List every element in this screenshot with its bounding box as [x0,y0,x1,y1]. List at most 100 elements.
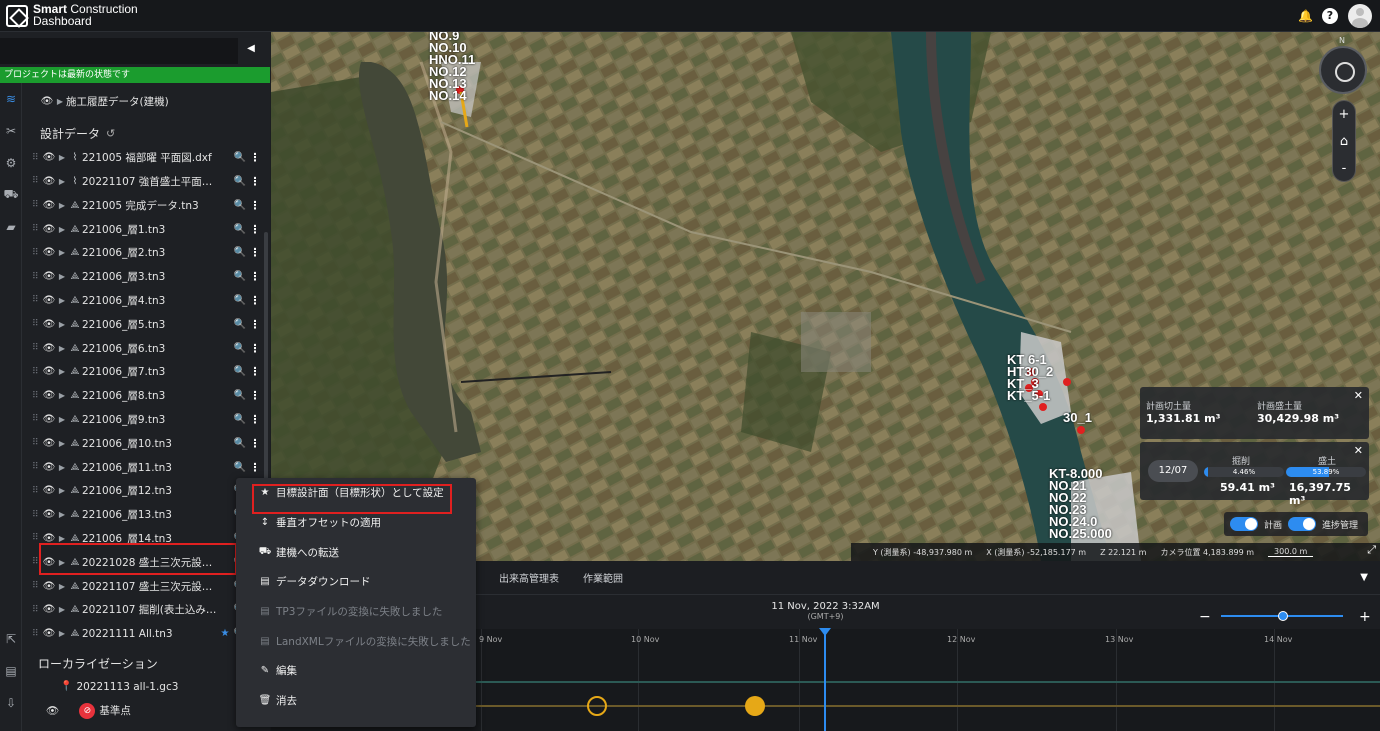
design-file-row[interactable]: ⠿👁▶⟁221006_層13.tn3🔍⋮ [22,503,268,527]
eye-icon[interactable]: 👁 [42,343,56,354]
zoom-to-icon[interactable]: 🔍 [232,176,248,187]
context-menu-item[interactable]: ▤ データダウンロード [236,567,476,597]
design-file-row[interactable]: ⠿ 👁 ▶ ⟁ 221006_層1.tn3 🔍 ⋮ [22,217,268,241]
caret-right-icon[interactable]: ▶ [56,629,68,638]
eye-icon[interactable]: 👁 [46,704,59,717]
timeline-zoom-knob[interactable] [1278,611,1288,621]
eye-icon[interactable]: 👁 [42,462,56,473]
more-options-icon[interactable]: ⋮ [248,365,262,378]
drag-handle-icon[interactable]: ⠿ [32,367,42,377]
eye-icon[interactable]: 👁 [42,271,56,282]
more-options-icon[interactable]: ⋮ [248,270,262,283]
more-options-icon[interactable]: ⋮ [248,318,262,331]
help-icon[interactable]: ? [1322,8,1338,24]
timeline-event[interactable] [745,696,765,716]
more-options-icon[interactable]: ⋮ [248,389,262,402]
tab-volume-table[interactable]: 出来高管理表 [499,570,559,585]
context-menu-item[interactable]: ↕ 垂直オフセットの適用 [236,508,476,538]
zoom-to-icon[interactable]: 🔍 [232,200,248,211]
drag-handle-icon[interactable]: ⠿ [32,343,42,353]
design-file-row[interactable]: ⠿ 👁 ▶ ⌇ 20221107 強首盛土平面図.... 🔍 ⋮ [22,170,268,194]
progress-date[interactable]: 12/07 [1148,460,1198,482]
drag-handle-icon[interactable]: ⠿ [32,153,42,163]
design-file-row[interactable]: ⠿ 👁 ▶ ⟁ 221006_層6.tn3 🔍 ⋮ [22,336,268,360]
history-item[interactable]: 👁 ▶ 施工履歴データ(建機) [22,90,268,114]
caret-right-icon[interactable]: ▶ [56,248,68,257]
more-options-icon[interactable]: ⋮ [248,437,262,450]
design-file-row[interactable]: ⠿ 👁 ▶ ⟁ 221006_層2.tn3 🔍 ⋮ [22,241,268,265]
zoom-to-icon[interactable]: 🔍 [232,414,248,425]
localization-file[interactable]: 📍 20221113 all-1.gc3 [22,676,268,698]
drag-handle-icon[interactable]: ⠿ [32,438,42,448]
drag-handle-icon[interactable]: ⠿ [32,176,42,186]
eye-icon[interactable]: 👁 [42,295,56,306]
chevron-down-icon[interactable]: ▼ [1360,572,1368,583]
eye-icon[interactable]: 👁 [42,628,56,639]
timeline-event[interactable] [587,696,607,716]
eye-icon[interactable]: 👁 [42,604,56,615]
drag-handle-icon[interactable]: ⠿ [32,557,42,567]
eye-icon[interactable]: 👁 [42,366,56,377]
timeline-zoom-in[interactable]: + [1359,609,1371,625]
caret-right-icon[interactable]: ▶ [56,463,68,472]
bell-icon[interactable]: 🔔 [1298,9,1313,23]
eye-icon[interactable]: 👁 [42,557,56,568]
eye-icon[interactable]: 👁 [42,247,56,258]
design-file-row[interactable]: ⠿👁▶⟁221006_層14.tn3🔍⋮ [22,527,268,551]
drag-handle-icon[interactable]: ⠿ [32,510,42,520]
caret-right-icon[interactable]: ▶ [56,296,68,305]
folder-icon[interactable]: ▰ [0,211,22,243]
caret-right-icon[interactable]: ▶ [56,225,68,234]
download-icon[interactable]: ⇩ [0,687,22,719]
caret-right-icon[interactable]: ▶ [56,272,68,281]
progress-toggle[interactable] [1288,517,1317,531]
more-options-icon[interactable]: ⋮ [248,294,262,307]
settings-icon[interactable]: ⚙ [0,147,22,179]
design-file-row[interactable]: ⠿ 👁 ▶ ⟁ 221006_層5.tn3 🔍 ⋮ [22,312,268,336]
design-file-row[interactable]: ⠿👁▶⟁221006_層12.tn3🔍⋮ [22,479,268,503]
eye-icon[interactable]: 👁 [42,485,56,496]
design-file-row[interactable]: ⠿👁▶⟁20221107 掘削(表土込み)...🔍⋮ [22,598,268,622]
drag-handle-icon[interactable]: ⠿ [32,319,42,329]
eye-icon[interactable]: 👁 [42,224,56,235]
more-options-icon[interactable]: ⋮ [248,413,262,426]
search-input[interactable] [0,38,238,64]
zoom-to-icon[interactable]: 🔍 [232,152,248,163]
benchmark-row[interactable]: 👁 ⊘ 基準点 [22,700,268,722]
design-file-row[interactable]: ⠿ 👁 ▶ ⟁ 221006_層3.tn3 🔍 ⋮ [22,265,268,289]
design-file-row[interactable]: ⠿ 👁 ▶ ⟁ 221005 完成データ.tn3 🔍 ⋮ [22,193,268,217]
caret-right-icon[interactable]: ▶ [56,558,68,567]
zoom-to-icon[interactable]: 🔍 [232,319,248,330]
caret-right-icon[interactable]: ▶ [56,391,68,400]
avatar[interactable] [1348,4,1372,28]
eye-icon[interactable]: 👁 [42,533,56,544]
design-file-row[interactable]: ⠿ 👁 ▶ ⟁ 221006_層7.tn3 🔍 ⋮ [22,360,268,384]
eye-icon[interactable]: 👁 [42,438,56,449]
export-icon[interactable]: ⇱ [0,623,22,655]
drag-handle-icon[interactable]: ⠿ [32,224,42,234]
document-icon[interactable]: ▤ [0,655,22,687]
machine-icon[interactable]: ⛟ [0,179,22,211]
zoom-in-button[interactable]: + [1333,101,1355,128]
design-file-row[interactable]: ⠿ 👁 ▶ ⌇ 221005 福部曜 平面図.dxf 🔍 ⋮ [22,146,268,170]
zoom-out-button[interactable]: - [1333,155,1355,182]
zoom-to-icon[interactable]: 🔍 [232,390,248,401]
context-menu-item[interactable]: 🗑 消去 [236,686,476,716]
caret-right-icon[interactable]: ▶ [56,320,68,329]
design-file-row[interactable]: ⠿👁▶⟁20221107 盛土三次元設計...🔍⋮ [22,574,268,598]
home-icon[interactable]: ⌂ [1333,128,1355,155]
plan-toggle[interactable] [1230,517,1258,531]
drag-handle-icon[interactable]: ⠿ [32,248,42,258]
more-options-icon[interactable]: ⋮ [248,223,262,236]
caret-right-icon[interactable]: ▶ [56,582,68,591]
caret-right-icon[interactable]: ▶ [54,97,66,106]
zoom-to-icon[interactable]: 🔍 [232,295,248,306]
layers-icon[interactable]: ≋ [0,83,22,115]
drag-handle-icon[interactable]: ⠿ [32,295,42,305]
tab-work-area[interactable]: 作業範囲 [583,570,623,585]
drag-handle-icon[interactable]: ⠿ [32,581,42,591]
timeline-zoom-out[interactable]: − [1199,609,1211,625]
context-menu-item[interactable]: ⛟ 建機への転送 [236,537,476,567]
eye-icon[interactable]: 👁 [42,509,56,520]
zoom-to-icon[interactable]: 🔍 [232,247,248,258]
